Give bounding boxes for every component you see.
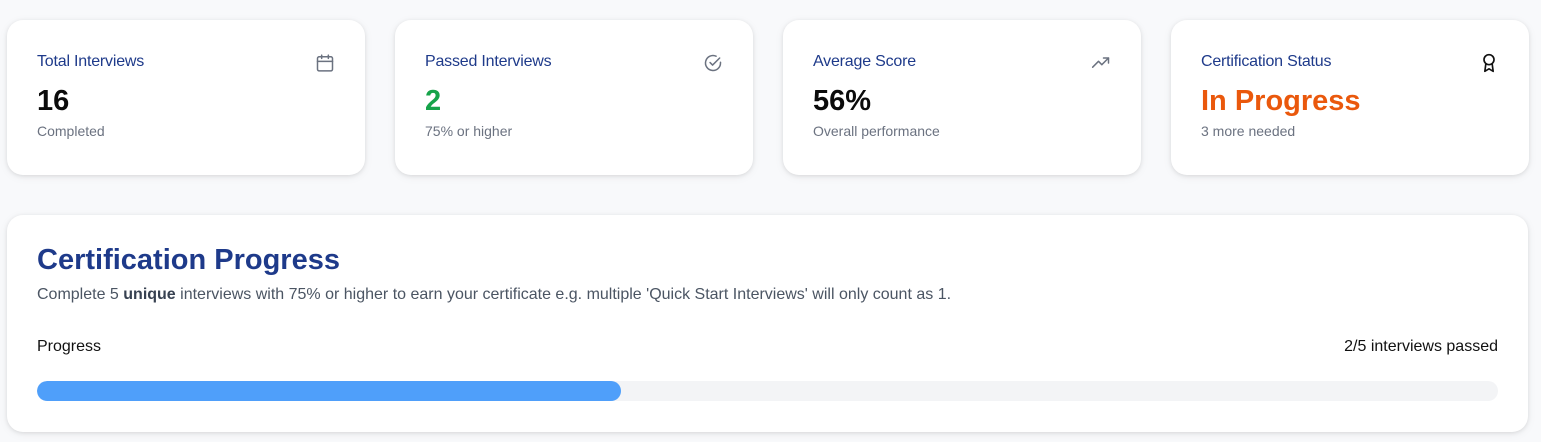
- card-value: In Progress: [1201, 85, 1361, 117]
- progress-row: Progress 2/5 interviews passed: [37, 337, 1498, 357]
- card-title: Total Interviews: [37, 53, 145, 70]
- card-value: 16: [37, 85, 70, 117]
- progress-bar-track: [37, 381, 1498, 401]
- certification-progress-card: Certification Progress Complete 5 unique…: [7, 215, 1528, 432]
- desc-bold: unique: [123, 286, 176, 303]
- award-icon: [1483, 53, 1495, 73]
- card-subtitle: 3 more needed: [1201, 123, 1296, 139]
- card-subtitle: 75% or higher: [425, 123, 513, 139]
- card-title: Passed Interviews: [425, 53, 552, 70]
- card-title: Certification Status: [1201, 53, 1332, 70]
- certification-status-card: Certification Status In Progress 3 more …: [1171, 20, 1529, 175]
- stats-row: Total Interviews 16 Completed Passed Int…: [7, 20, 1529, 175]
- total-interviews-card: Total Interviews 16 Completed: [7, 20, 365, 175]
- check-circle-icon: [704, 54, 722, 72]
- desc-text: Complete 5: [37, 286, 124, 303]
- calendar-icon: [316, 54, 334, 72]
- card-subtitle: Overall performance: [813, 123, 940, 139]
- progress-count: 2/5 interviews passed: [1344, 338, 1498, 355]
- progress-description: Complete 5 unique interviews with 75% or…: [37, 284, 1498, 306]
- card-value: 56%: [813, 85, 872, 117]
- card-subtitle: Completed: [37, 123, 105, 139]
- progress-title: Certification Progress: [37, 244, 340, 276]
- trending-up-icon: [1091, 57, 1110, 68]
- progress-bar-fill: [37, 381, 622, 401]
- desc-text: interviews with 75% or higher to earn yo…: [175, 286, 952, 303]
- passed-interviews-card: Passed Interviews 2 75% or higher: [395, 20, 753, 175]
- card-title: Average Score: [813, 53, 916, 70]
- card-value: 2: [425, 85, 442, 117]
- average-score-card: Average Score 56% Overall performance: [783, 20, 1141, 175]
- progress-label: Progress: [37, 338, 102, 355]
